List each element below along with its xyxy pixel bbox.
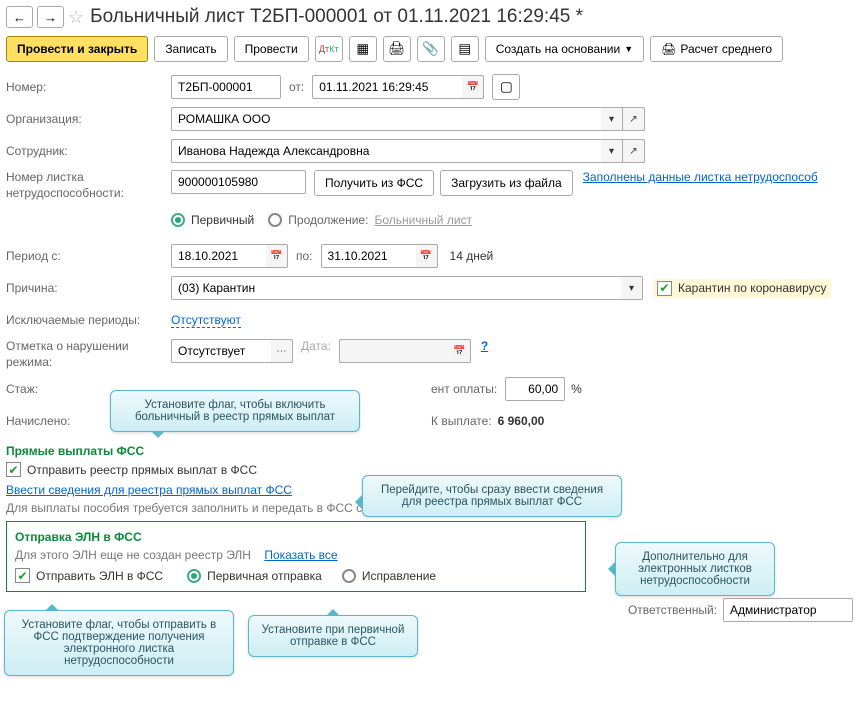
callout-eln-flag: Установите флаг, чтобы отправить в ФСС п… bbox=[4, 610, 234, 676]
reason-input[interactable] bbox=[171, 276, 621, 300]
responsible-input[interactable] bbox=[723, 598, 853, 622]
correction-radio[interactable] bbox=[342, 569, 356, 583]
sheet-no-input[interactable] bbox=[171, 170, 306, 194]
chevron-down-icon[interactable]: ▾ bbox=[601, 139, 623, 163]
send-eln-label: Отправить ЭЛН в ФСС bbox=[36, 569, 163, 583]
excluded-link[interactable]: Отсутствуют bbox=[171, 313, 241, 328]
covid-label: Карантин по коронавирусу bbox=[678, 281, 827, 295]
calendar-icon[interactable]: 📅 bbox=[462, 75, 484, 99]
toolbar: Провести и закрыть Записать Провести ДтК… bbox=[6, 36, 853, 62]
direct-payments-heading: Прямые выплаты ФСС bbox=[6, 444, 853, 458]
forward-button[interactable]: → bbox=[37, 6, 64, 28]
save-button[interactable]: Записать bbox=[154, 36, 227, 62]
violation-date-input bbox=[339, 339, 449, 363]
show-all-link[interactable]: Показать все bbox=[264, 548, 337, 562]
paperclip-icon[interactable]: 📎 bbox=[417, 36, 445, 62]
chevron-down-icon[interactable]: ▾ bbox=[601, 107, 623, 131]
pct-symbol: % bbox=[571, 382, 582, 396]
number-input[interactable] bbox=[171, 75, 281, 99]
continuation-link[interactable]: Больничный лист bbox=[374, 213, 472, 227]
callout-eln-extra: Дополнительно для электронных листков не… bbox=[615, 542, 775, 596]
period-to-input[interactable] bbox=[321, 244, 416, 268]
toolbar-icon-2[interactable]: ▤ bbox=[451, 36, 479, 62]
period-from-input[interactable] bbox=[171, 244, 266, 268]
post-and-close-button[interactable]: Провести и закрыть bbox=[6, 36, 148, 62]
page-title: Больничный лист Т2БП-000001 от 01.11.202… bbox=[90, 6, 583, 28]
help-link[interactable]: ? bbox=[481, 339, 488, 353]
date-input[interactable] bbox=[312, 75, 462, 99]
open-icon[interactable]: ↗ bbox=[623, 107, 645, 131]
to-pay-label: К выплате: bbox=[431, 414, 492, 428]
number-label: Номер: bbox=[6, 80, 171, 94]
violation-label: Отметка о нарушении режима: bbox=[6, 339, 171, 370]
reason-label: Причина: bbox=[6, 281, 171, 295]
employee-input[interactable] bbox=[171, 139, 601, 163]
send-registry-checkbox[interactable] bbox=[6, 462, 21, 477]
violation-input[interactable] bbox=[171, 339, 271, 363]
favorite-star-icon[interactable]: ☆ bbox=[68, 7, 84, 28]
calendar-icon[interactable]: 📅 bbox=[266, 244, 288, 268]
from-label: от: bbox=[289, 80, 304, 94]
primary-label: Первичный bbox=[191, 213, 254, 227]
form-body: Номер: от: 📅 ▢ Организация: ▾ ↗ Сотрудни… bbox=[6, 74, 853, 622]
employee-label: Сотрудник: bbox=[6, 144, 171, 158]
responsible-label: Ответственный: bbox=[628, 603, 717, 617]
get-from-fss-button[interactable]: Получить из ФСС bbox=[314, 170, 434, 196]
create-based-button[interactable]: Создать на основании ▼ bbox=[485, 36, 644, 62]
period-to-label: по: bbox=[296, 249, 313, 263]
days-count: 14 дней bbox=[450, 249, 494, 263]
filled-data-link[interactable]: Заполнены данные листка нетрудоспособ bbox=[583, 170, 818, 184]
period-label: Период с: bbox=[6, 249, 171, 263]
correction-label: Исправление bbox=[362, 569, 436, 583]
post-button[interactable]: Провести bbox=[234, 36, 309, 62]
enter-registry-info-link[interactable]: Ввести сведения для реестра прямых выпла… bbox=[6, 483, 292, 497]
eln-subtext: Для этого ЭЛН еще не создан реестр ЭЛН bbox=[15, 548, 251, 562]
toolbar-icon-1[interactable]: ▦ bbox=[349, 36, 377, 62]
to-pay-value: 6 960,00 bbox=[498, 414, 545, 428]
calendar-icon[interactable]: 📅 bbox=[449, 339, 471, 363]
send-eln-checkbox[interactable] bbox=[15, 568, 30, 583]
load-from-file-button[interactable]: Загрузить из файла bbox=[440, 170, 573, 196]
covid-checkbox[interactable] bbox=[657, 281, 672, 296]
eln-heading: Отправка ЭЛН в ФСС bbox=[15, 530, 577, 544]
payment-pct-input[interactable] bbox=[505, 377, 565, 401]
open-icon[interactable]: ↗ bbox=[623, 139, 645, 163]
sheet-no-label: Номер листка нетрудоспособности: bbox=[6, 170, 171, 201]
payment-label: ент оплаты: bbox=[431, 382, 497, 396]
primary-radio[interactable] bbox=[171, 213, 185, 227]
debit-credit-icon[interactable]: ДтКт bbox=[315, 36, 343, 62]
send-registry-label: Отправить реестр прямых выплат в ФСС bbox=[27, 463, 257, 477]
doc-status-icon[interactable]: ▢ bbox=[492, 74, 520, 100]
primary-send-label: Первичная отправка bbox=[207, 569, 322, 583]
calc-average-button[interactable]: 🖨 Расчет среднего bbox=[650, 36, 783, 62]
chevron-down-icon[interactable]: ▾ bbox=[621, 276, 643, 300]
callout-primary-send: Установите при первичной отправке в ФСС bbox=[248, 615, 418, 657]
excluded-label: Исключаемые периоды: bbox=[6, 313, 171, 327]
print-icon[interactable]: 🖨 bbox=[383, 36, 411, 62]
callout-registry-flag: Установите флаг, чтобы включить больничн… bbox=[110, 390, 360, 432]
violation-date-label: Дата: bbox=[301, 339, 331, 353]
org-label: Организация: bbox=[6, 112, 171, 126]
calendar-icon[interactable]: 📅 bbox=[416, 244, 438, 268]
continuation-label: Продолжение: bbox=[288, 213, 368, 227]
back-button[interactable]: ← bbox=[6, 6, 33, 28]
title-bar: ← → ☆ Больничный лист Т2БП-000001 от 01.… bbox=[6, 6, 853, 28]
org-input[interactable] bbox=[171, 107, 601, 131]
eln-section: Отправка ЭЛН в ФСС Для этого ЭЛН еще не … bbox=[6, 521, 586, 592]
continuation-radio[interactable] bbox=[268, 213, 282, 227]
callout-enter-info: Перейдите, чтобы сразу ввести сведения д… bbox=[362, 475, 622, 517]
ellipsis-icon[interactable]: ⋯ bbox=[271, 339, 293, 363]
primary-send-radio[interactable] bbox=[187, 569, 201, 583]
